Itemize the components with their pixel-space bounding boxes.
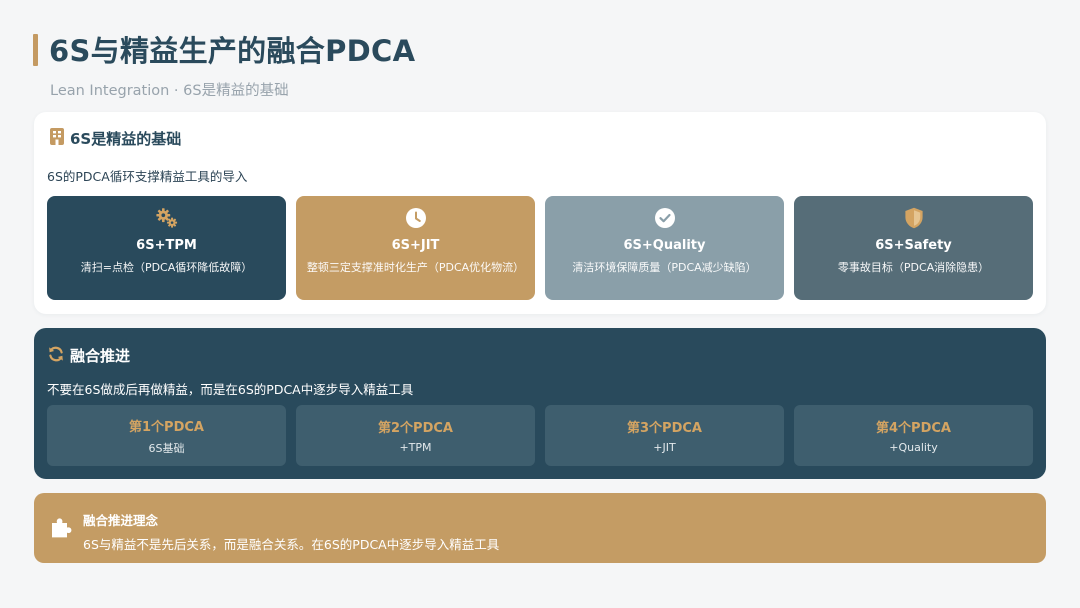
concept-description: 6S与精益不是先后关系，而是融合关系。在6S的PDCA中逐步导入精益工具 <box>83 537 500 552</box>
building-icon <box>50 128 64 149</box>
foundation-cards: 6S+TPM 清扫=点检（PDCA循环降低故障） 6S+JIT 整顿三定支撑准时… <box>47 196 1033 300</box>
step-title: 第4个PDCA <box>876 421 951 436</box>
card-6s-jit[interactable]: 6S+JIT 整顿三定支撑准时化生产（PDCA优化物流） <box>296 196 535 300</box>
pdca-step-2[interactable]: 第2个PDCA +TPM <box>296 405 535 466</box>
step-subtitle: +TPM <box>399 441 432 454</box>
shield-icon <box>902 206 926 230</box>
integration-heading-label: 融合推进 <box>70 347 131 365</box>
card-6s-tpm[interactable]: 6S+TPM 清扫=点检（PDCA循环降低故障） <box>47 196 286 300</box>
concept-panel: 融合推进理念 6S与精益不是先后关系，而是融合关系。在6S的PDCA中逐步导入精… <box>34 493 1046 563</box>
clock-icon <box>404 206 428 230</box>
foundation-panel: 6S是精益的基础 6S的PDCA循环支撑精益工具的导入 6S+TPM 清扫=点检… <box>34 112 1046 314</box>
step-subtitle: 6S基础 <box>148 441 185 455</box>
step-title: 第1个PDCA <box>129 419 204 435</box>
page-subtitle: Lean Integration · 6S是精益的基础 <box>50 83 289 99</box>
step-subtitle: +JIT <box>653 441 676 454</box>
card-title: 6S+TPM <box>136 238 197 253</box>
step-subtitle: +Quality <box>889 441 938 454</box>
page-title: 6S与精益生产的融合PDCA <box>49 34 416 68</box>
puzzle-icon <box>50 517 72 539</box>
foundation-heading: 6S是精益的基础 <box>50 128 181 149</box>
foundation-description: 6S的PDCA循环支撑精益工具的导入 <box>47 169 248 184</box>
card-6s-safety[interactable]: 6S+Safety 零事故目标（PDCA消除隐患） <box>794 196 1033 300</box>
card-title: 6S+Safety <box>875 238 952 253</box>
gears-icon <box>155 206 179 230</box>
card-description: 零事故目标（PDCA消除隐患） <box>837 261 990 274</box>
step-title: 第3个PDCA <box>627 421 702 436</box>
pdca-steps: 第1个PDCA 6S基础 第2个PDCA +TPM 第3个PDCA +JIT 第… <box>47 405 1033 466</box>
integration-panel: 融合推进 不要在6S做成后再做精益，而是在6S的PDCA中逐步导入精益工具 第1… <box>34 328 1046 479</box>
pdca-step-3[interactable]: 第3个PDCA +JIT <box>545 405 784 466</box>
pdca-step-1[interactable]: 第1个PDCA 6S基础 <box>47 405 286 466</box>
card-description: 清扫=点检（PDCA循环降低故障） <box>80 261 253 274</box>
card-title: 6S+JIT <box>391 238 440 253</box>
card-description: 整顿三定支撑准时化生产（PDCA优化物流） <box>306 261 525 274</box>
card-description: 清洁环境保障质量（PDCA减少缺陷） <box>572 261 757 274</box>
title-accent-bar <box>33 34 38 66</box>
integration-description: 不要在6S做成后再做精益，而是在6S的PDCA中逐步导入精益工具 <box>47 382 414 397</box>
card-title: 6S+Quality <box>623 238 706 253</box>
check-circle-icon <box>653 206 677 230</box>
concept-title: 融合推进理念 <box>83 513 159 528</box>
refresh-icon <box>48 346 64 366</box>
integration-heading: 融合推进 <box>48 345 130 366</box>
pdca-step-4[interactable]: 第4个PDCA +Quality <box>794 405 1033 466</box>
foundation-heading-label: 6S是精益的基础 <box>70 130 182 148</box>
card-6s-quality[interactable]: 6S+Quality 清洁环境保障质量（PDCA减少缺陷） <box>545 196 784 300</box>
step-title: 第2个PDCA <box>378 421 453 436</box>
